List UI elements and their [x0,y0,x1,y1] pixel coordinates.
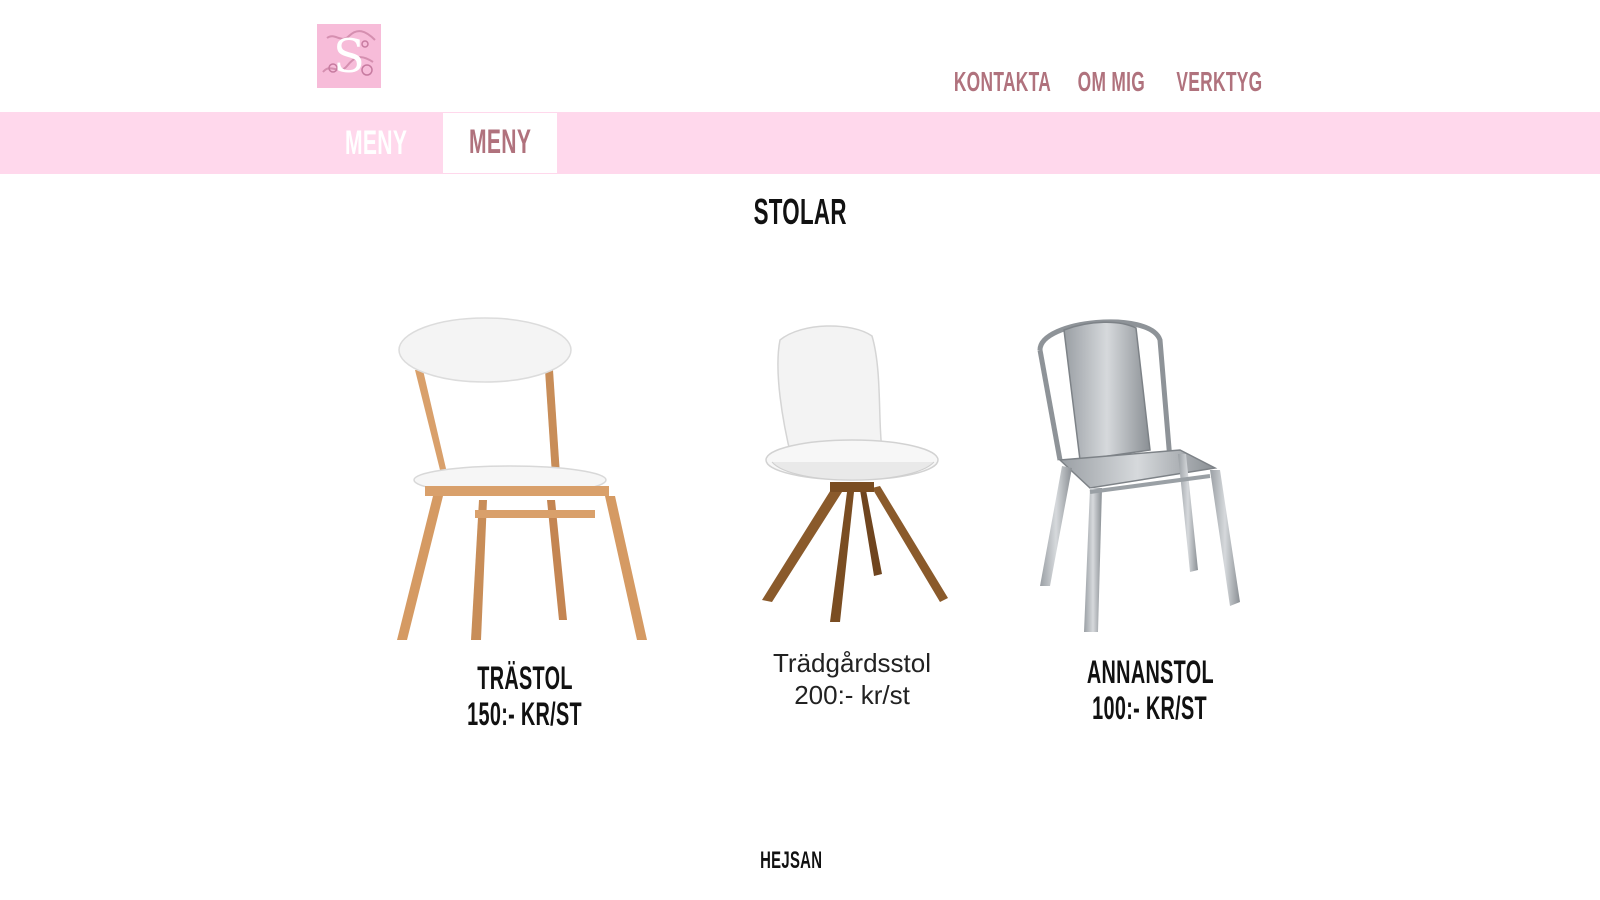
menu-tab-active[interactable]: MENY [443,113,557,173]
logo-letter: S [333,29,365,83]
product-price: 150:- KR/ST [467,696,583,732]
product-card[interactable]: TRÄSTOL 150:- KR/ST [375,310,675,740]
nav-link-kontakta[interactable]: KONTAKTA [924,64,1051,100]
page-title: STOLAR [753,191,847,232]
wooden-chair-image [397,317,647,640]
nav-link-om-mig[interactable]: OM MIG [1057,64,1145,100]
menu-tab-label: MENY [344,124,408,162]
garden-chair-image [762,325,948,622]
product-name: ANNANSTOL [1086,654,1214,690]
nav-link-label: OM MIG [1077,66,1146,97]
nav-link-label: KONTAKTA [953,66,1052,97]
page: S KONTAKTA OM MIG VERKTYG MENY MENY STOL… [0,0,1600,900]
menu-tab[interactable]: MENY [316,112,436,174]
metal-chair-image [1037,319,1240,632]
product-card[interactable]: Trädgårdsstol 200:- kr/st [702,310,1002,740]
product-price: 100:- KR/ST [1092,690,1208,726]
product-card[interactable]: ANNANSTOL 100:- KR/ST [1000,310,1300,740]
footer-text: HEJSAN [759,847,823,874]
product-name: Trädgårdsstol [773,648,931,678]
menu-tab-label: MENY [468,123,532,161]
product-price: 200:- kr/st [794,680,910,710]
logo-graphic: S [317,24,381,88]
site-logo[interactable]: S [317,24,381,88]
menu-bar: MENY MENY [0,112,1600,174]
nav-link-verktyg[interactable]: VERKTYG [1150,64,1262,100]
nav-link-label: VERKTYG [1176,66,1263,97]
product-name: TRÄSTOL [477,660,573,696]
